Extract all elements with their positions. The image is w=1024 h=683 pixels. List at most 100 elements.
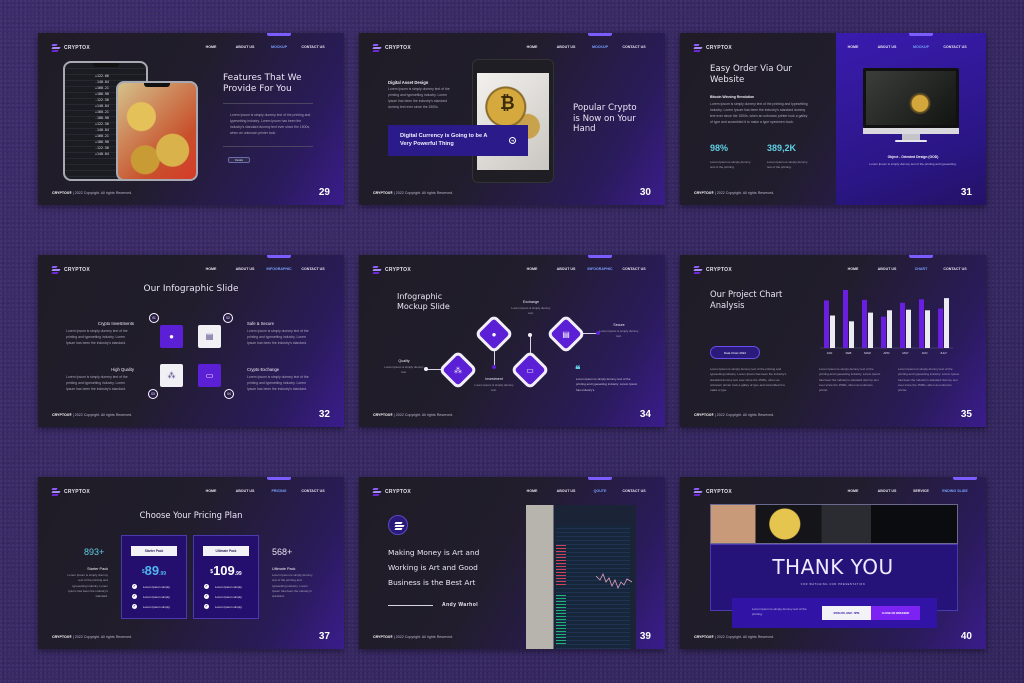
- nav-home[interactable]: HOME: [836, 267, 870, 271]
- bitcoin-icon: ₿: [500, 93, 515, 113]
- nav-contact[interactable]: CONTACT US: [938, 267, 972, 271]
- nav-home[interactable]: HOME: [194, 267, 228, 271]
- step-badge: 01: [149, 313, 159, 323]
- check-icon: ✓: [132, 594, 137, 599]
- nav-menu: HOME ABOUT US INFOGRAPHIC CONTACT US: [194, 267, 330, 271]
- check-icon: ✓: [132, 584, 137, 589]
- page-number: 34: [639, 409, 651, 420]
- column-text: Lorem Ipsum is simply dummy text of the …: [819, 367, 881, 392]
- nav-home[interactable]: HOME: [194, 45, 228, 49]
- check-icon: ✓: [132, 604, 137, 609]
- slide-37[interactable]: CRYPTOX HOME ABOUT US PRICING CONTACT US…: [38, 477, 344, 649]
- slide-31[interactable]: CRYPTOX HOME ABOUT US MOCKUP CONTACT US …: [680, 33, 986, 205]
- nav-home[interactable]: HOME: [515, 45, 549, 49]
- nav-contact[interactable]: CONTACT US: [617, 45, 651, 49]
- slide-title: Our Infographic Slide: [143, 284, 239, 294]
- check-icon: ✓: [204, 594, 209, 599]
- nav-service[interactable]: SERVICE: [904, 489, 938, 493]
- nav-about[interactable]: ABOUT US: [228, 45, 262, 49]
- footer: CRYPTOX® | 2022 Copyright. All rights Re…: [52, 191, 133, 195]
- nav-mockup[interactable]: MOCKUP: [262, 45, 296, 49]
- stat-value: 389,2K: [767, 143, 797, 153]
- nav-about[interactable]: ABOUT US: [549, 45, 583, 49]
- nav-ending[interactable]: ENDING SLIDE: [938, 489, 972, 493]
- footer: CRYPTOX® | 2022 Copyright. All rights Re…: [52, 413, 133, 417]
- nav-chart[interactable]: CHART: [904, 267, 938, 271]
- nav-contact[interactable]: CONTACT US: [617, 267, 651, 271]
- logo: CRYPTOX: [372, 488, 411, 496]
- item-body: Lorem Ipsum is simply dummy text of the …: [66, 329, 128, 345]
- pricing-card[interactable]: Starter Pack $89.99 ✓ Lorem Ipsum simply …: [121, 535, 187, 619]
- pack-body: Lorem Ipsum is simply dummy text of the …: [272, 573, 313, 598]
- nav-contact[interactable]: CONTACT US: [617, 489, 651, 493]
- bar-apr-series-2: [887, 310, 892, 348]
- data-chart-button[interactable]: Data Chart 2022: [710, 346, 760, 359]
- nav-contact[interactable]: CONTACT US: [296, 267, 330, 271]
- divider: [223, 103, 313, 104]
- step-badge: 04: [224, 389, 234, 399]
- tablet-mockup: ₿: [472, 59, 554, 183]
- nav-contact[interactable]: CONTACT US: [296, 45, 330, 49]
- nav-contact[interactable]: CONTACT US: [938, 45, 972, 49]
- network-icon: ⁂: [160, 364, 183, 387]
- item-title: Investment: [485, 377, 503, 381]
- nav-home[interactable]: HOME: [836, 489, 870, 493]
- nav-menu: HOME ABOUT US SERVICE ENDING SLIDE: [836, 489, 972, 493]
- logo: CRYPTOX: [51, 266, 90, 274]
- nav-pricing[interactable]: PRICING: [262, 489, 296, 493]
- x-tick-label: JAN: [827, 351, 833, 355]
- x-tick-label: MAR: [864, 351, 872, 355]
- nav-contact[interactable]: CONTACT US: [296, 489, 330, 493]
- nav-infographic[interactable]: INFOGRAPHIC: [583, 267, 617, 271]
- nav-about[interactable]: ABOUT US: [549, 489, 583, 493]
- bar-may-series-1: [900, 302, 905, 348]
- nav-home[interactable]: HOME: [836, 45, 870, 49]
- nav-mockup[interactable]: MOCKUP: [583, 45, 617, 49]
- nav-about[interactable]: ABOUT US: [870, 45, 904, 49]
- nav-home[interactable]: HOME: [515, 267, 549, 271]
- item-body: Lorem Ipsum is simply dummy text.: [474, 383, 514, 393]
- nav-about[interactable]: ABOUT US: [228, 489, 262, 493]
- slide-34[interactable]: CRYPTOX HOME ABOUT US INFOGRAPHIC CONTAC…: [359, 255, 665, 427]
- trading-screen-image: [526, 505, 636, 649]
- slide-35[interactable]: CRYPTOX HOME ABOUT US CHART CONTACT US O…: [680, 255, 986, 427]
- nav-about[interactable]: ABOUT US: [870, 489, 904, 493]
- logo-icon: [51, 488, 61, 496]
- nav-about[interactable]: ABOUT US: [870, 267, 904, 271]
- slide-29[interactable]: CRYPTOX HOME ABOUT US MOCKUP CONTACT US …: [38, 33, 344, 205]
- bar-jun-series-2: [925, 310, 930, 348]
- nav-home[interactable]: HOME: [194, 489, 228, 493]
- thank-you-title: THANK YOU: [772, 555, 894, 579]
- contact-text: Lorem Ipsum is simply dummy text of the …: [752, 607, 807, 617]
- pricing-card[interactable]: Ultimate Pack $109.99 ✓ Lorem Ipsum simpl…: [193, 535, 259, 619]
- logo: CRYPTOX: [372, 44, 411, 52]
- arrow-right-icon[interactable]: ➜: [509, 137, 516, 144]
- slide-title: Popular Crypto is Now on Your Hand: [573, 103, 637, 135]
- nav-infographic[interactable]: INFOGRAPHIC: [262, 267, 296, 271]
- slide-40[interactable]: CRYPTOX HOME ABOUT US SERVICE ENDING SLI…: [680, 477, 986, 649]
- slide-32[interactable]: CRYPTOX HOME ABOUT US INFOGRAPHIC CONTAC…: [38, 255, 344, 427]
- hours-button[interactable]: MON-FRI, 8AM - 5PM: [822, 606, 871, 620]
- pack-name: Ultimate Pack: [272, 567, 296, 571]
- nav-mockup[interactable]: MOCKUP: [904, 45, 938, 49]
- details-button[interactable]: Details: [228, 157, 250, 163]
- step-badge: 02: [223, 313, 233, 323]
- logo-icon: [693, 266, 703, 274]
- slide-39[interactable]: CRYPTOX HOME ABOUT US QOUTE CONTACT US M…: [359, 477, 665, 649]
- nav-home[interactable]: HOME: [515, 489, 549, 493]
- closed-button[interactable]: CLOSE ON WEEKEND: [871, 606, 920, 620]
- nav-about[interactable]: ABOUT US: [549, 267, 583, 271]
- nav-quote[interactable]: QOUTE: [583, 489, 617, 493]
- top-indicator: [909, 255, 933, 258]
- feature-item: ✓ Lorem Ipsum simply: [204, 584, 242, 589]
- plan-price: $89.99: [141, 563, 167, 578]
- nav-about[interactable]: ABOUT US: [228, 267, 262, 271]
- count-value: 893+: [84, 547, 105, 557]
- ticker-value: +140.04: [95, 152, 109, 156]
- slide-30[interactable]: CRYPTOX HOME ABOUT US MOCKUP CONTACT US …: [359, 33, 665, 205]
- bar-chart: JAN FEB MAR APR MAY JUN JULY: [820, 288, 953, 358]
- footer: CRYPTOX® | 2022 Copyright. All rights Re…: [373, 191, 454, 195]
- column-text: Lorem Ipsum is simply dummy text of the …: [898, 367, 960, 392]
- logo-icon: [51, 266, 61, 274]
- bar-jun-series-1: [919, 299, 924, 348]
